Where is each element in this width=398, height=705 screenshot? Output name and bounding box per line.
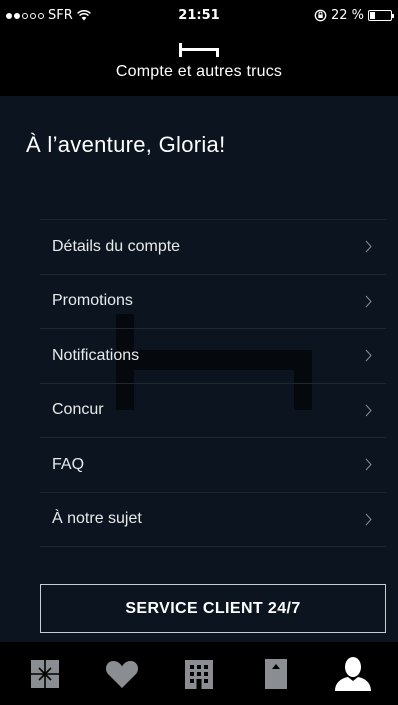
menu-item-concur[interactable]: Concur — [40, 384, 386, 438]
chevron-right-icon — [365, 404, 372, 417]
greeting-heading: À l’aventure, Gloria! — [26, 132, 226, 157]
chevron-right-icon — [365, 458, 372, 471]
account-menu: Détails du compte Promotions Notificatio… — [40, 219, 386, 547]
bookmark-icon — [265, 658, 288, 689]
nav-header: Compte et autres trucs — [0, 36, 398, 96]
tab-hotels[interactable] — [169, 649, 229, 699]
menu-item-label: À notre sujet — [52, 510, 142, 528]
hotel-building-icon — [184, 659, 213, 689]
menu-item-label: Promotions — [52, 292, 133, 310]
tab-favorites[interactable] — [92, 649, 152, 699]
customer-service-button[interactable]: SERVICE CLIENT 24/7 — [40, 584, 386, 633]
heart-icon — [105, 660, 138, 688]
status-bar: SFR 21:51 22 % — [0, 0, 398, 36]
tab-offers[interactable] — [15, 649, 75, 699]
menu-item-label: Notifications — [52, 346, 140, 364]
battery-tip — [392, 14, 394, 18]
tab-bar — [0, 642, 398, 705]
chevron-right-icon — [365, 349, 372, 362]
rotation-lock-icon — [314, 9, 327, 22]
menu-item-label: FAQ — [52, 455, 85, 473]
menu-item-notifications[interactable]: Notifications — [40, 329, 386, 384]
menu-item-label: Concur — [52, 401, 104, 419]
page-title: Compte et autres trucs — [115, 63, 283, 80]
chevron-right-icon — [365, 240, 372, 253]
menu-item-account-details[interactable]: Détails du compte — [40, 220, 386, 275]
menu-item-promotions[interactable]: Promotions — [40, 275, 386, 329]
menu-item-label: Détails du compte — [52, 237, 181, 255]
tab-account[interactable] — [323, 649, 383, 699]
account-content: À l’aventure, Gloria! Détails du compte … — [0, 96, 398, 642]
battery-icon — [368, 10, 394, 21]
chevron-right-icon — [365, 513, 372, 526]
battery-level — [370, 12, 375, 19]
status-right: 22 % — [314, 8, 394, 23]
bed-logo-icon — [179, 43, 219, 57]
menu-item-about-us[interactable]: À notre sujet — [40, 493, 386, 547]
tab-bookings[interactable] — [246, 649, 306, 699]
user-icon — [335, 656, 372, 691]
gift-icon — [30, 659, 59, 688]
chevron-right-icon — [365, 295, 372, 308]
battery-percent: 22 % — [330, 8, 364, 23]
menu-item-faq[interactable]: FAQ — [40, 438, 386, 493]
